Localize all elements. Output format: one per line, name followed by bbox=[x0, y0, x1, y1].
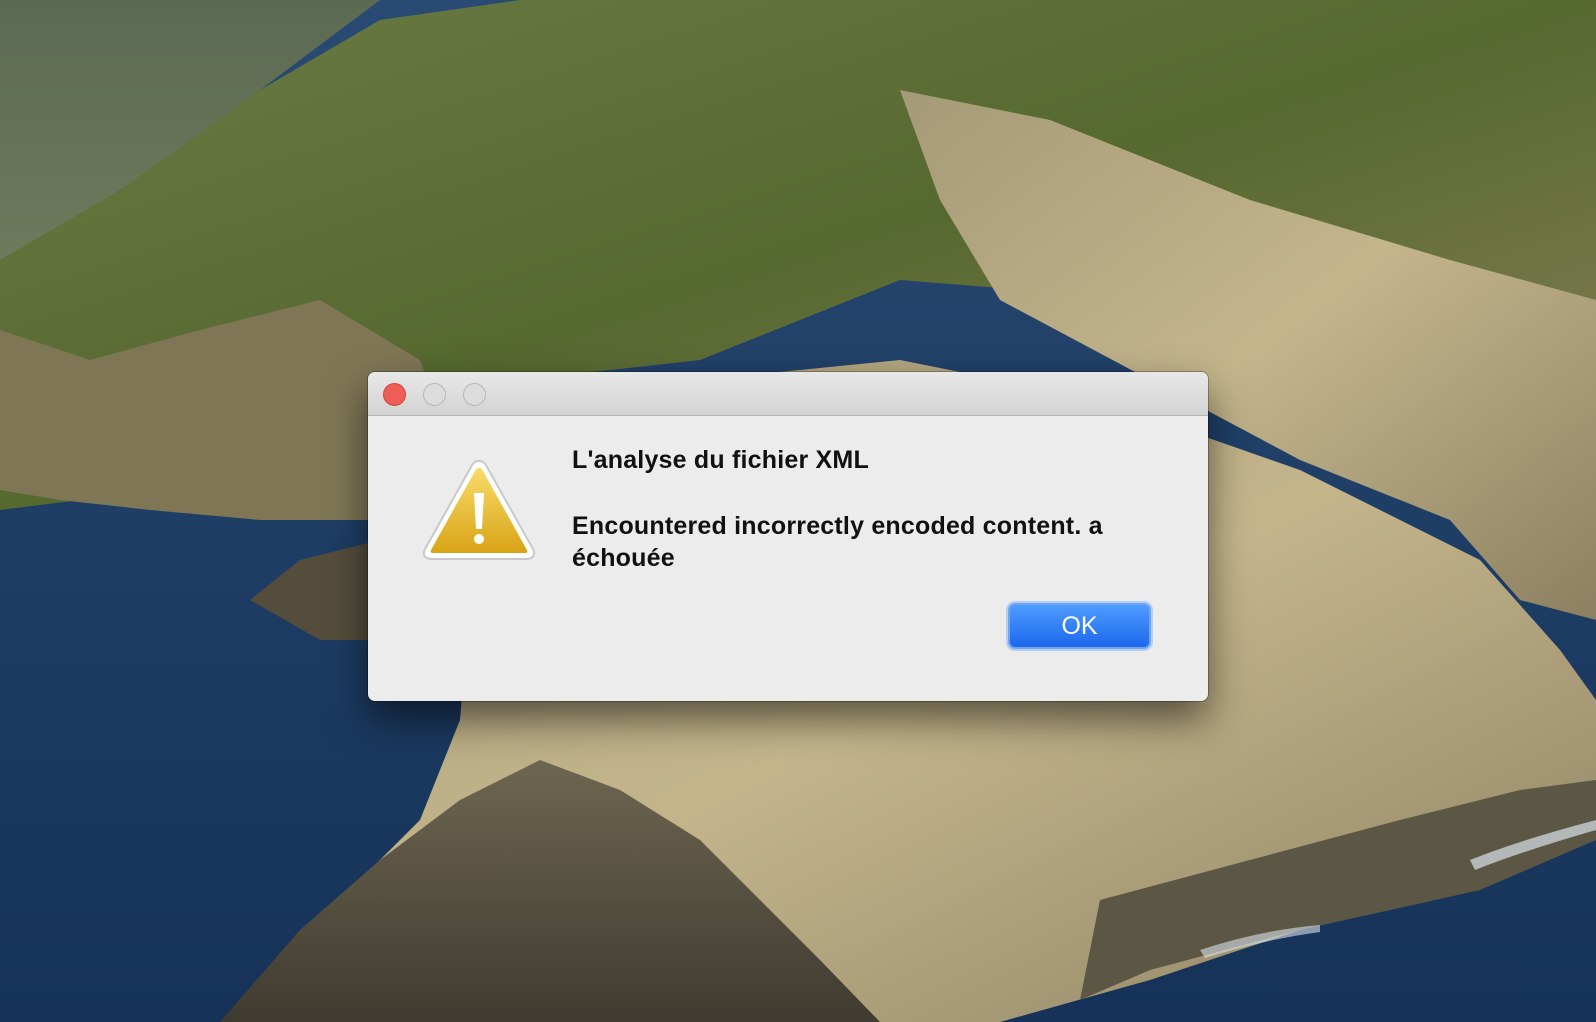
warning-icon bbox=[422, 459, 536, 560]
ok-button[interactable]: OK bbox=[1008, 603, 1151, 649]
zoom-button[interactable] bbox=[463, 383, 486, 406]
dialog-message: Encountered incorrectly encoded content.… bbox=[572, 512, 1103, 572]
minimize-button[interactable] bbox=[423, 383, 446, 406]
close-button[interactable] bbox=[383, 383, 406, 406]
desktop-wallpaper: L'analyse du fichier XML Encountered inc… bbox=[0, 0, 1596, 1022]
dialog-titlebar[interactable] bbox=[368, 372, 1208, 416]
dialog-title: L'analyse du fichier XML bbox=[572, 446, 869, 474]
alert-dialog: L'analyse du fichier XML Encountered inc… bbox=[368, 372, 1208, 701]
